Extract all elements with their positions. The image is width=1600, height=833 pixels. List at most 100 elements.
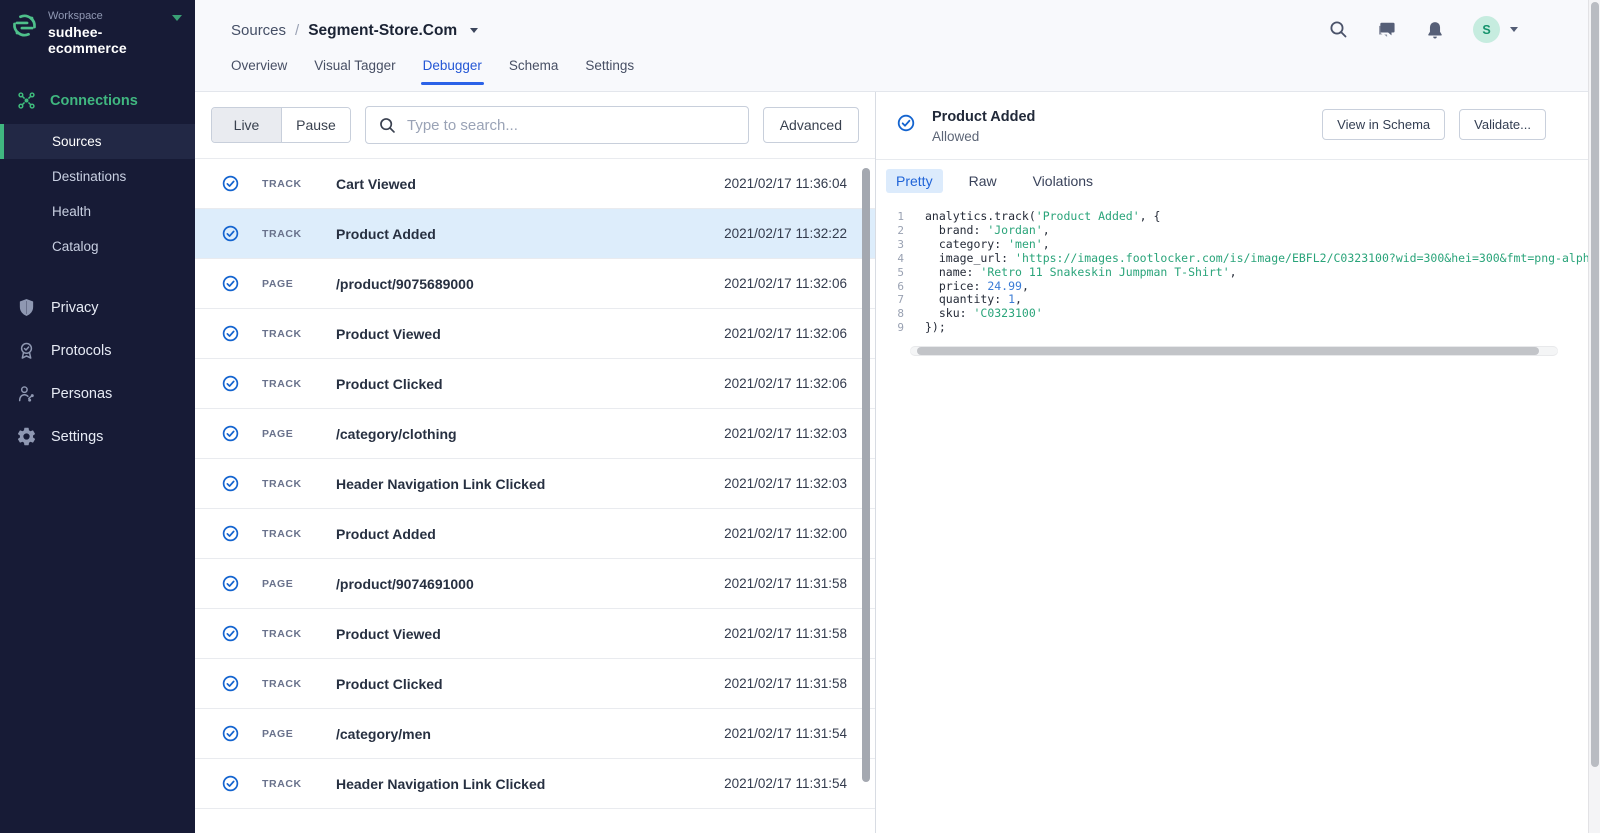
content-column: Sources / Segment-Store.Com S Overview V… [195,0,1600,833]
event-row[interactable]: PAGE/product/9075689000 2021/02/17 11:32:… [195,259,875,309]
live-button[interactable]: Live [212,108,281,142]
sidebar-item-label: Connections [50,92,138,109]
event-row[interactable]: TRACK Header Navigation Link Clicked 2021/… [195,459,875,509]
event-row[interactable]: TRACK Cart Viewed 2021/02/17 11:36:04 [195,159,875,209]
avatar[interactable]: S [1473,16,1500,43]
sidebar-item-health[interactable]: Health [0,194,195,229]
code-token: category: [925,236,1009,251]
line-number: 1 [897,210,904,223]
event-row[interactable]: TRACK Product Added 2021/02/17 11:32:00 [195,509,875,559]
event-name: Product Clicked [336,675,443,692]
code-line: 6 price: 24.99, [888,278,1600,294]
event-name: /product/9074691000 [336,575,474,592]
event-row[interactable]: PAGE/category/men 2021/02/17 11:31:54 [195,709,875,759]
event-row[interactable]: TRACK Product Viewed 2021/02/17 11:31:58 [195,609,875,659]
event-row[interactable]: TRACK Header Navigation Link Clicked 2021/… [195,759,875,809]
scrollbar-thumb[interactable] [917,347,1540,356]
pause-button[interactable]: Pause [281,108,350,142]
code-token: price: [925,278,988,293]
code-line: 3 category: 'men', [888,236,1600,252]
code-token: analytics.track( [925,209,1036,223]
code-token: 'C0323100' [973,306,1043,321]
breadcrumb-current-source: Segment-Store.Com [308,21,458,39]
check-circle-icon [222,325,239,342]
code-token: sku: [925,306,974,321]
search-icon [380,117,395,133]
check-circle-icon [222,275,239,292]
line-number: 9 [897,321,904,335]
breadcrumb: Sources / Segment-Store.Com S [231,0,1564,43]
source-switcher-caret-icon[interactable] [470,28,479,33]
code-token: , [1015,292,1022,307]
check-circle-icon [897,114,915,132]
sidebar-item-connections[interactable]: Connections [0,76,195,124]
code-token: , [1021,278,1029,293]
search-icon[interactable] [1329,20,1348,39]
event-row[interactable]: TRACK Product Clicked 2021/02/17 11:31:58 [195,659,875,709]
scrollbar-thumb[interactable] [1590,2,1599,767]
sidebar-item-personas[interactable]: Personas [0,372,195,415]
line-number: 6 [897,279,904,293]
sidebar-item-destinations[interactable]: Destinations [0,159,195,194]
code-horizontal-scrollbar[interactable] [910,346,1558,357]
header-icons: S [1329,16,1564,43]
event-row[interactable]: TRACK Product Added 2021/02/17 11:32:22 [195,209,875,259]
sidebar-item-settings[interactable]: Settings [0,415,195,458]
event-row[interactable]: TRACK Product Clicked 2021/02/17 11:32:06 [195,359,875,409]
tab-settings[interactable]: Settings [585,58,634,84]
code-text: analytics.track('Product Added', { [904,209,1161,224]
event-type-label: TRACK [262,327,302,340]
code-token: , { [1139,209,1161,223]
code-token: 24.99 [987,278,1022,293]
chevron-down-icon [172,15,182,21]
event-name: Product Viewed [336,325,441,342]
bell-icon[interactable] [1426,20,1444,40]
detail-tab-pretty[interactable]: Pretty [886,169,943,193]
user-menu[interactable]: S [1473,16,1518,43]
detail-tab-raw[interactable]: Raw [959,169,1007,193]
chevron-down-icon [1510,27,1518,32]
chat-icon[interactable] [1377,21,1397,39]
event-timestamp: 2021/02/17 11:31:54 [724,776,847,791]
tab-overview[interactable]: Overview [231,58,287,84]
sidebar-sub-items: Sources Destinations Health Catalog [0,124,195,264]
sidebar-item-sources[interactable]: Sources [0,124,195,159]
validate-button[interactable]: Validate... [1459,109,1546,140]
search-input[interactable] [407,116,735,134]
sidebar-item-catalog[interactable]: Catalog [0,229,195,264]
event-name: Product Added [336,525,436,542]
check-circle-icon [222,225,239,242]
code-token: name: [925,264,981,279]
sidebar-item-protocols[interactable]: Protocols [0,329,195,372]
badge-check-icon [20,342,33,359]
code-token: 'Retro 11 Snakeskin Jumpman T-Shirt' [980,264,1230,279]
panels: Live Pause Advanced TRACK Cart Viewed 2021… [195,92,1600,833]
check-circle-icon [222,175,239,192]
workspace-switcher[interactable]: Workspace sudhee-ecommerce [0,0,195,68]
event-timestamp: 2021/02/17 11:32:00 [724,526,847,541]
code-text: price: 24.99, [904,278,1029,294]
code-line: 2 brand: 'Jordan', [888,223,1600,238]
advanced-button[interactable]: Advanced [762,107,859,143]
app-window: Workspace sudhee-ecommerce Connections S… [0,0,1600,833]
detail-tab-violations[interactable]: Violations [1023,169,1103,193]
page-scrollbar[interactable] [1588,0,1600,833]
event-name: Cart Viewed [336,175,416,192]
event-timestamp: 2021/02/17 11:32:06 [724,326,847,341]
event-row[interactable]: PAGE/product/9074691000 2021/02/17 11:31:… [195,559,875,609]
debugger-toolbar: Live Pause Advanced [195,92,875,158]
breadcrumb-sources-link[interactable]: Sources [231,22,286,39]
event-list-scrollbar[interactable] [862,168,870,782]
sidebar-item-label: Catalog [52,239,99,254]
event-row[interactable]: PAGE/category/clothing 2021/02/17 11:32:0… [195,409,875,459]
view-in-schema-button[interactable]: View in Schema [1322,109,1446,140]
event-name: Header Navigation Link Clicked [336,475,546,492]
tab-debugger[interactable]: Debugger [420,58,485,85]
sidebar-item-privacy[interactable]: Privacy [0,286,195,329]
tab-visual-tagger[interactable]: Visual Tagger [314,58,395,84]
event-type-label: TRACK [262,477,302,490]
event-row[interactable]: TRACK Product Viewed 2021/02/17 11:32:06 [195,309,875,359]
tab-schema[interactable]: Schema [509,58,559,84]
event-name: Product Added [336,225,436,242]
person-network-icon [18,386,34,402]
